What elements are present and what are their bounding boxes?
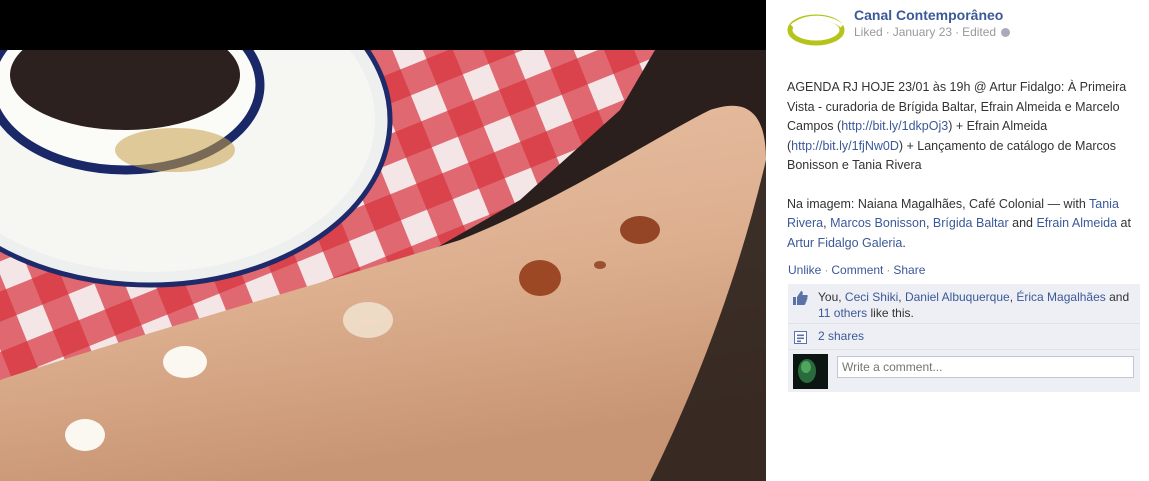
post-paragraph-1: AGENDA RJ HOJE 23/01 às 19h @ Artur Fida… [787,78,1139,176]
post-header: Canal Contemporâneo Liked · January 23 · Edi… [786,4,1146,54]
text-fragment: . [902,235,906,250]
comment-button[interactable]: Comment [831,263,883,277]
likes-summary: You, Ceci Shiki, Daniel Albuquerque, Éri… [788,284,1140,324]
text-fragment: Na imagem: Naiana Magalhães, Café Coloni… [787,196,1045,211]
liker-erica-magalhaes[interactable]: Érica Magalhães [1016,290,1105,304]
text-fragment: at [1117,216,1131,230]
likes-suffix: like this. [867,306,914,320]
post-details-panel: Canal Contemporâneo Liked · January 23 · Edi… [766,0,1149,481]
share-button[interactable]: Share [893,263,925,277]
tag-marcos-bonisson[interactable]: Marcos Bonisson [830,216,926,230]
page-logo-icon[interactable] [786,12,846,48]
text-fragment: — with [1044,196,1090,211]
post-actions: Unlike · Comment · Share [788,263,926,277]
likes-and: and [1105,290,1130,304]
likes-you: You, [818,290,845,304]
liker-daniel-albuquerque[interactable]: Daniel Albuquerque [905,290,1010,304]
tag-efrain-almeida[interactable]: Efrain Almeida [1036,216,1117,230]
place-link[interactable]: Artur Fidalgo Galeria [787,236,902,250]
comment-composer [788,350,1140,392]
likes-others-link[interactable]: 11 others [818,306,867,320]
link-2[interactable]: http://bit.ly/1fjNw0D [791,139,899,153]
link-1[interactable]: http://bit.ly/1dkpOj3 [841,119,948,133]
liker-ceci-shiki[interactable]: Ceci Shiki [845,290,898,304]
text-fragment: and [1008,216,1037,230]
comment-input[interactable] [837,356,1134,378]
globe-icon[interactable] [1001,28,1011,37]
post-meta: Liked · January 23 · Edited [854,25,1011,39]
post-paragraph-2: Na imagem: Naiana Magalhães, Café Coloni… [787,196,1131,250]
shares-link[interactable]: 2 shares [818,329,864,343]
shares-summary: 2 shares [788,324,1140,350]
tag-brigida-baltar[interactable]: Brígida Baltar [933,216,1009,230]
avatar[interactable] [793,354,828,389]
feedback-box: You, Ceci Shiki, Daniel Albuquerque, Éri… [788,284,1140,392]
liked-label[interactable]: Liked [854,25,883,39]
post-photo[interactable] [0,50,766,481]
page-name-link[interactable]: Canal Contemporâneo [854,7,1003,23]
thumbs-up-icon [793,291,808,305]
share-icon [794,331,807,344]
unlike-button[interactable]: Unlike [788,263,821,277]
post-message: AGENDA RJ HOJE 23/01 às 19h @ Artur Fida… [787,78,1139,253]
photo-viewer [0,0,766,481]
post-date[interactable]: January 23 [893,25,952,39]
edited-label[interactable]: Edited [962,25,996,39]
